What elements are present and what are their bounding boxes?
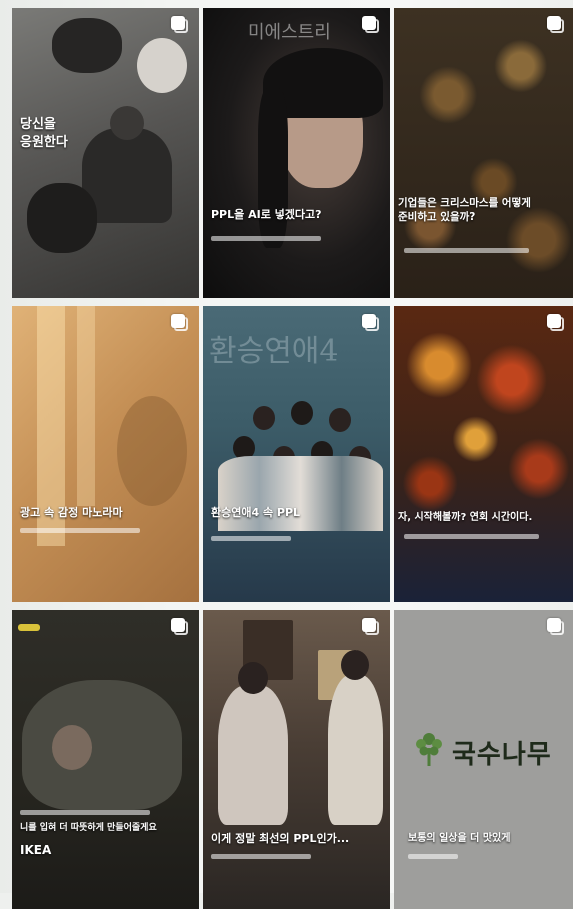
post-1-animal (137, 38, 187, 93)
brand-name: 국수나무 (452, 740, 552, 770)
post-1-person-3 (52, 18, 122, 73)
post-5-person-1-head (253, 406, 275, 430)
post-7-caption: IKEA (20, 843, 52, 857)
post-7-caption-line: 니를 입혀 더 따뜻하게 만들어줄게요 (20, 823, 157, 833)
post-1-person-head (110, 106, 144, 140)
copy-icon (362, 16, 380, 34)
copy-icon (547, 618, 565, 636)
post-grid: 당신을 응원한다 미에스트리 PPL을 AI로 넣겠다고? 기업들은 크리스마스… (12, 8, 573, 909)
post-4-subcaption (20, 528, 140, 533)
post-8-person-2 (328, 675, 383, 825)
post-3-photo (394, 8, 573, 298)
post-2-caption: PPL을 AI로 넣겠다고? (211, 208, 322, 221)
post-6-subcaption (404, 534, 539, 539)
post-8-person-1-head (238, 662, 268, 694)
copy-icon (547, 314, 565, 332)
post-4-window-light-2 (77, 306, 95, 506)
post-2-title-watermark: 미에스트리 (248, 22, 331, 43)
post-9-caption: 보통의 일상을 더 맛있게 (408, 833, 511, 844)
post-5-caption: 환승연애4 속 PPL (211, 506, 301, 519)
post-8-person-1 (218, 685, 288, 825)
post-tile-2[interactable]: 미에스트리 PPL을 AI로 넣겠다고? (203, 8, 390, 298)
copy-icon (362, 618, 380, 636)
post-tile-9[interactable]: 국수나무 보통의 일상을 더 맛있게 (394, 610, 573, 909)
post-tile-7[interactable]: 니를 입혀 더 따뜻하게 만들어줄게요 IKEA (12, 610, 199, 909)
post-7-subcaption (20, 810, 150, 815)
post-tile-6[interactable]: 자, 시작해볼까? 연회 시간이다. (394, 306, 573, 602)
post-2-hair-side (258, 88, 288, 248)
post-8-subcaption (211, 854, 311, 859)
copy-icon (362, 314, 380, 332)
post-7-person-face (52, 725, 92, 770)
post-7-ikea-tag (18, 624, 40, 631)
post-5-person-2-head (291, 401, 313, 425)
post-8-person-2-head (341, 650, 369, 680)
post-3-caption: 기업들은 크리스마스를 어떻게 준비하고 있을까? (398, 197, 531, 224)
post-4-caption: 광고 속 감정 마노라마 (20, 506, 123, 519)
copy-icon (171, 314, 189, 332)
post-5-person-3-head (329, 408, 351, 432)
post-6-photo (394, 306, 573, 602)
post-2-subcaption (211, 236, 321, 241)
post-3-subcaption (404, 248, 529, 253)
post-tile-8[interactable]: 이게 정말 최선의 PPL인가... (203, 610, 390, 909)
post-tile-3[interactable]: 기업들은 크리스마스를 어떻게 준비하고 있을까? (394, 8, 573, 298)
post-5-title-watermark: 환승연애4 (209, 334, 339, 369)
post-5-subcaption (211, 536, 291, 541)
post-4-plant-shadow (117, 396, 187, 506)
post-tile-5[interactable]: 환승연애4 환승연애4 속 PPL (203, 306, 390, 602)
post-7-blanket (22, 680, 182, 810)
tree-logo-icon (414, 730, 444, 768)
post-9-subcaption (408, 854, 458, 859)
copy-icon (171, 618, 189, 636)
post-1-caption: 당신을 응원한다 (20, 117, 68, 150)
post-6-caption: 자, 시작해볼까? 연회 시간이다. (398, 512, 533, 523)
post-1-person-2 (27, 183, 97, 253)
post-8-caption: 이게 정말 최선의 PPL인가... (211, 832, 350, 845)
copy-icon (171, 16, 189, 34)
copy-icon (547, 16, 565, 34)
post-tile-4[interactable]: 광고 속 감정 마노라마 (12, 306, 199, 602)
post-tile-1[interactable]: 당신을 응원한다 (12, 8, 199, 298)
